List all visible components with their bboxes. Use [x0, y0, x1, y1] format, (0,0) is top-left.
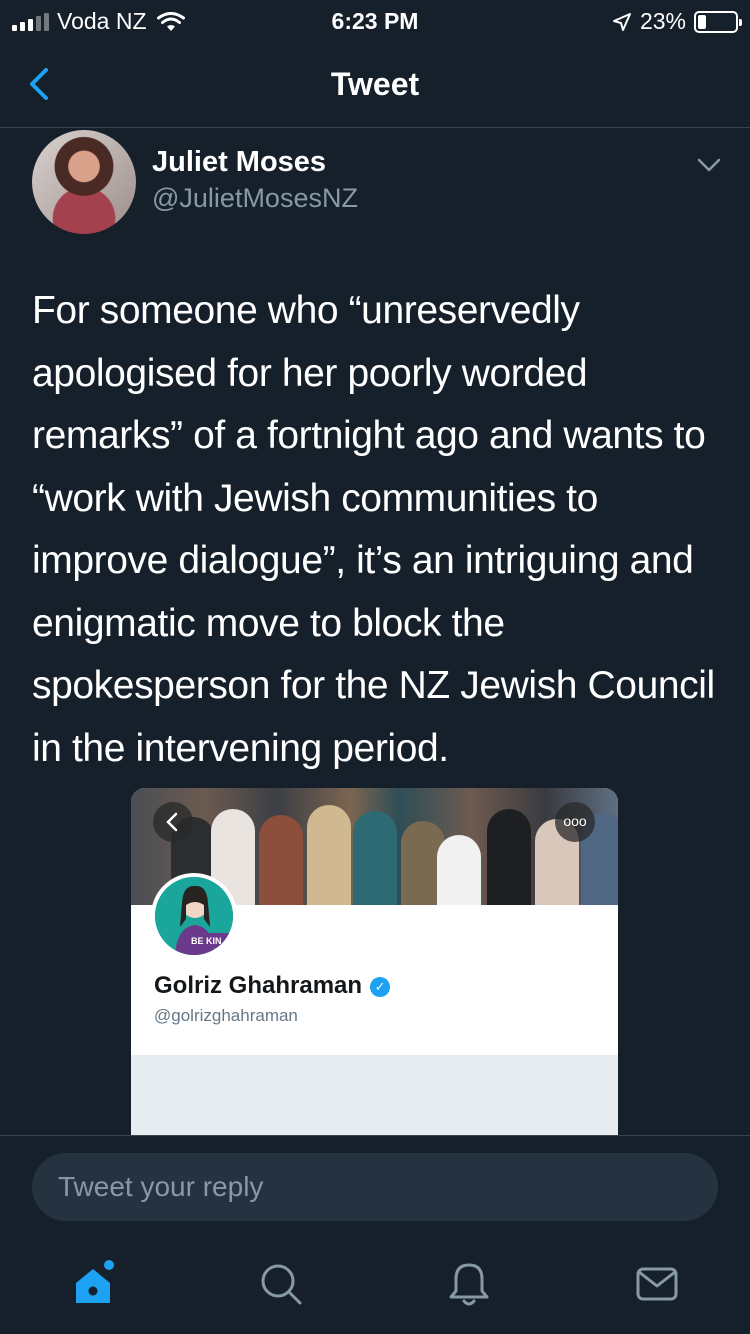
status-right: 23% — [612, 8, 742, 35]
profile-name: Golriz Ghahraman ✓ — [154, 972, 391, 1000]
chevron-down-icon[interactable] — [694, 150, 724, 180]
banner-back-icon — [153, 802, 193, 842]
home-icon[interactable] — [70, 1259, 120, 1309]
search-icon[interactable] — [256, 1259, 306, 1309]
reply-bar: Tweet your reply — [0, 1135, 750, 1235]
profile-avatar: BE KIN — [151, 873, 237, 959]
avatar-badge-text: BE KIN — [191, 936, 222, 946]
tweet-screen: Voda NZ 6:23 PM 23% Tweet Juliet Moses @… — [0, 0, 750, 1334]
author-avatar[interactable] — [32, 130, 136, 234]
more-icon: ooo — [555, 802, 595, 842]
nav-bar: Tweet — [0, 40, 750, 128]
page-title: Tweet — [330, 66, 420, 102]
profile-name-label: Golriz Ghahraman — [154, 972, 363, 999]
verified-badge-icon: ✓ — [370, 977, 391, 997]
author-name[interactable]: Juliet Moses — [152, 146, 326, 179]
profile-avatar-illustration: BE KIN — [155, 877, 233, 955]
reply-input[interactable]: Tweet your reply — [32, 1153, 718, 1221]
tweet-media-image[interactable]: ooo BE KIN Golriz Ghahraman ✓ @golrizghah… — [131, 788, 618, 1136]
profile-handle: @golrizghahraman — [154, 1006, 298, 1025]
battery-fill — [698, 14, 706, 29]
messages-icon[interactable] — [632, 1259, 682, 1309]
battery-percent: 23% — [639, 8, 686, 34]
battery-icon — [694, 10, 742, 33]
status-bar: Voda NZ 6:23 PM 23% — [0, 0, 750, 40]
author-handle[interactable]: @JulietMosesNZ — [152, 183, 358, 214]
notifications-icon[interactable] — [444, 1259, 494, 1309]
tweet-text: For someone who “unreservedly apologised… — [32, 289, 715, 770]
location-icon — [612, 12, 631, 31]
tab-bar — [0, 1235, 750, 1334]
